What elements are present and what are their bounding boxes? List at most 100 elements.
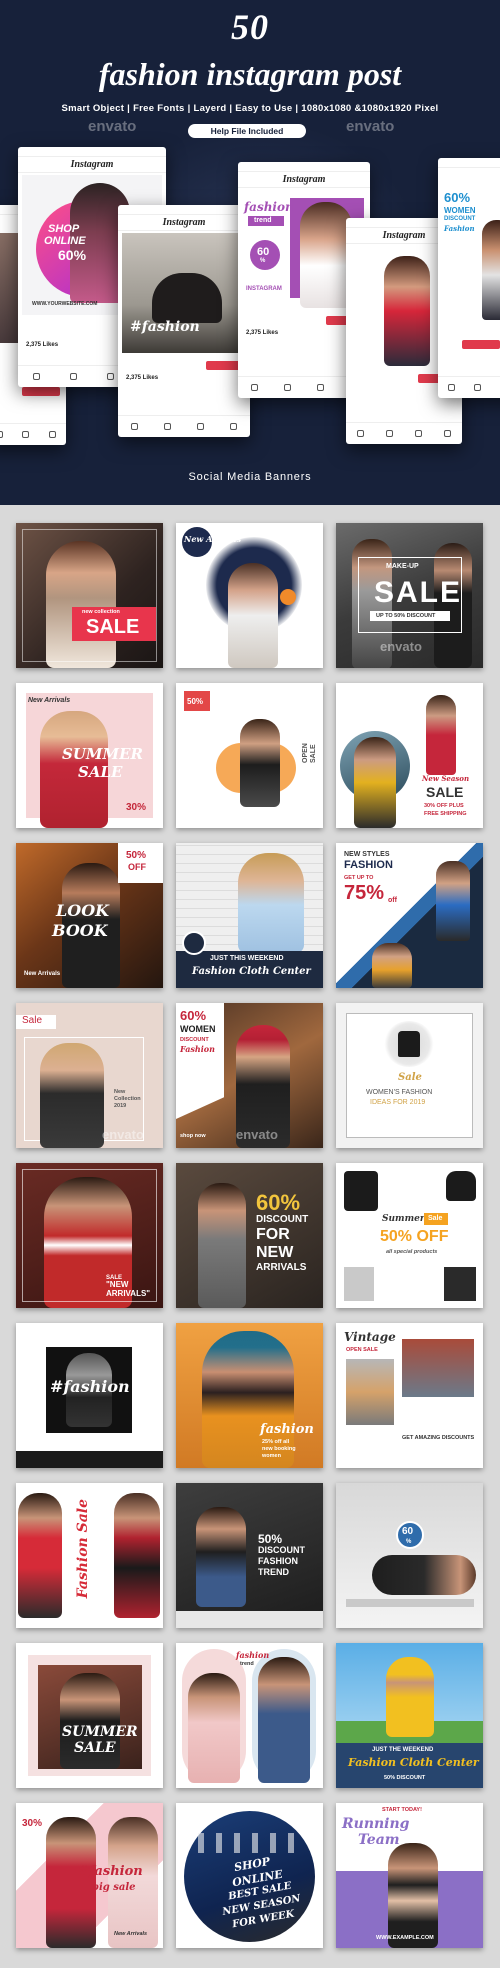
team-script: Team — [358, 1832, 400, 1848]
cloth-center-script: Fashion Cloth Center — [348, 1756, 479, 1769]
weekend-label: JUST THE WEEKEND — [372, 1747, 434, 1753]
template-tile-25[interactable]: 30% #fashion big sale New Arrivals — [16, 1803, 163, 1948]
open-sale-vertical: OPEN SALE — [302, 743, 318, 763]
instagram-header: Instagram — [238, 172, 370, 188]
template-tile-14[interactable]: 60% DISCOUNT FOR NEW ARRIVALS — [176, 1163, 323, 1308]
template-tile-3[interactable]: MAKE-UP SALE UP TO 50% DISCOUNT envato — [336, 523, 483, 668]
template-tile-10[interactable]: Sale New Collection 2019 envato — [16, 1003, 163, 1148]
likes-count: 2,375 Likes — [126, 375, 159, 381]
template-tile-15[interactable]: Summer Sale 50% OFF all special products — [336, 1163, 483, 1308]
template-tile-12[interactable]: Sale WOMEN'S FASHION IDEAS FOR 2019 — [336, 1003, 483, 1148]
phone-mockup-60-women: 60% WOMEN DISCOUNT Fashion — [438, 158, 500, 398]
women-label: women — [262, 1453, 281, 1459]
fashion-script: fashion — [244, 200, 294, 214]
bench — [346, 1599, 474, 1607]
template-grid: new collection SALE New Arrivals MAKE-UP… — [0, 505, 500, 1968]
promo-women: WOMEN — [444, 206, 476, 215]
photo-left — [346, 1359, 394, 1425]
model-figure — [46, 1817, 96, 1948]
template-tile-18[interactable]: Vintage OPEN SALE GET AMAZING DISCOUNTS — [336, 1323, 483, 1468]
website-label: WWW.EXAMPLE.COM — [376, 1935, 434, 1941]
off-plus-label: 30% OFF PLUS — [424, 803, 464, 809]
phone-mockup-fashion-hashtag: Instagram #fashion 2,375 Likes — [118, 205, 250, 437]
percent-60: 60% — [256, 1190, 301, 1215]
discount-label: UP TO 50% DISCOUNT — [376, 613, 436, 619]
promo-url: WWW.YOURWEBSITE.COM — [32, 301, 98, 307]
model-figure — [372, 943, 412, 988]
model-figure — [386, 1657, 434, 1737]
handbag-photo — [344, 1171, 378, 1211]
model-figure — [388, 1843, 438, 1948]
phone-nav — [346, 422, 462, 444]
discount-50: 50% OFF — [380, 1228, 449, 1245]
handbag-icon — [398, 1031, 420, 1057]
new-season-script: New Season — [422, 774, 470, 783]
womens-fashion-label: WOMEN'S FASHION — [366, 1089, 433, 1096]
template-tile-11[interactable]: 60% WOMEN DISCOUNT Fashion shop now enva… — [176, 1003, 323, 1148]
model-figure — [40, 1043, 104, 1148]
hero-title: fashion instagram post — [98, 56, 402, 92]
phone-photo: 60% WOMEN DISCOUNT Fashion — [442, 186, 500, 322]
discount-label: DISCOUNT — [256, 1214, 309, 1225]
off-label: off — [388, 897, 397, 904]
collection-label: Collection — [114, 1096, 141, 1102]
template-tile-26[interactable]: SHOP ONLINE BEST SALE NEW SEASON FOR WEE… — [176, 1803, 323, 1948]
fashion-sale-vertical: Fashion Sale — [75, 1499, 91, 1599]
template-tile-27[interactable]: START TODAY! Running Team WWW.EXAMPLE.CO… — [336, 1803, 483, 1948]
template-tile-6[interactable]: New Season SALE 30% OFF PLUS FREE SHIPPI… — [336, 683, 483, 828]
free-shipping-label: FREE SHIPPING — [424, 811, 467, 817]
phone-nav — [0, 423, 66, 445]
start-today-label: START TODAY! — [382, 1807, 422, 1813]
summer-script: Summer — [382, 1214, 425, 1224]
likes-badge — [22, 387, 60, 396]
envato-watermark: envato — [102, 1127, 144, 1142]
running-script: Running — [342, 1816, 410, 1832]
weekend-label: JUST THIS WEEKEND — [210, 955, 284, 962]
model-figure — [372, 1555, 476, 1595]
template-tile-19[interactable]: Fashion Sale — [16, 1483, 163, 1628]
instagram-header: Instagram — [18, 157, 166, 173]
template-tile-7[interactable]: 50% OFF LOOK BOOK New Arrivals — [16, 843, 163, 988]
template-tile-21[interactable]: 60 % — [336, 1483, 483, 1628]
template-tile-2[interactable]: New Arrivals — [176, 523, 323, 668]
phone-status-bar — [238, 162, 370, 172]
sale-label: SALE — [426, 784, 464, 800]
model-figure — [384, 256, 430, 366]
make-up-label: MAKE-UP — [386, 563, 419, 570]
template-tile-23[interactable]: fashion trend — [176, 1643, 323, 1788]
template-tile-5[interactable]: 50% OPEN SALE — [176, 683, 323, 828]
footer-bar — [176, 1611, 323, 1628]
discount-percent: % — [260, 258, 266, 264]
fashion-label: FASHION — [344, 859, 393, 871]
promo-online: ONLINE — [44, 235, 86, 247]
template-tile-17[interactable]: fashion 25% off all new booking women — [176, 1323, 323, 1468]
special-products-label: all special products — [386, 1249, 438, 1255]
template-tile-1[interactable]: new collection SALE — [16, 523, 163, 668]
template-tile-22[interactable]: SUMMER SALE — [16, 1643, 163, 1788]
envato-watermark: envato — [346, 118, 395, 135]
template-tile-4[interactable]: New Arrivals SUMMER SALE 30% — [16, 683, 163, 828]
trend-label: TREND — [258, 1567, 289, 1577]
summer-script: SUMMER — [62, 1724, 138, 1740]
discounts-label: GET AMAZING DISCOUNTS — [402, 1435, 475, 1441]
fashion-hashtag: #fashion — [130, 319, 200, 335]
template-tile-13[interactable]: SALE "NEW ARRIVALS" — [16, 1163, 163, 1308]
arrivals-label: ARRIVALS — [256, 1262, 307, 1273]
phone-status-bar — [438, 158, 500, 168]
sale-label: Sale — [428, 1215, 443, 1222]
off-label: 25% off all — [262, 1439, 290, 1445]
phone-status-bar — [18, 147, 166, 157]
discount-30: 30% — [126, 802, 147, 813]
model-figure — [258, 1657, 310, 1783]
template-tile-8[interactable]: JUST THIS WEEKEND Fashion Cloth Center — [176, 843, 323, 988]
envato-watermark: envato — [380, 639, 422, 654]
template-tile-16[interactable]: #fashion — [16, 1323, 163, 1468]
look-script: LOOK — [56, 901, 110, 920]
women-label: WOMEN — [180, 1024, 216, 1034]
badge-50: 50% — [187, 697, 204, 706]
template-tile-20[interactable]: 50% DISCOUNT FASHION TREND — [176, 1483, 323, 1628]
discount-label: 50% DISCOUNT — [384, 1775, 426, 1781]
fashion-script: Fashion — [180, 1044, 215, 1054]
template-tile-9[interactable]: NEW STYLES FASHION GET UP TO 75% off — [336, 843, 483, 988]
template-tile-24[interactable]: JUST THE WEEKEND Fashion Cloth Center 50… — [336, 1643, 483, 1788]
